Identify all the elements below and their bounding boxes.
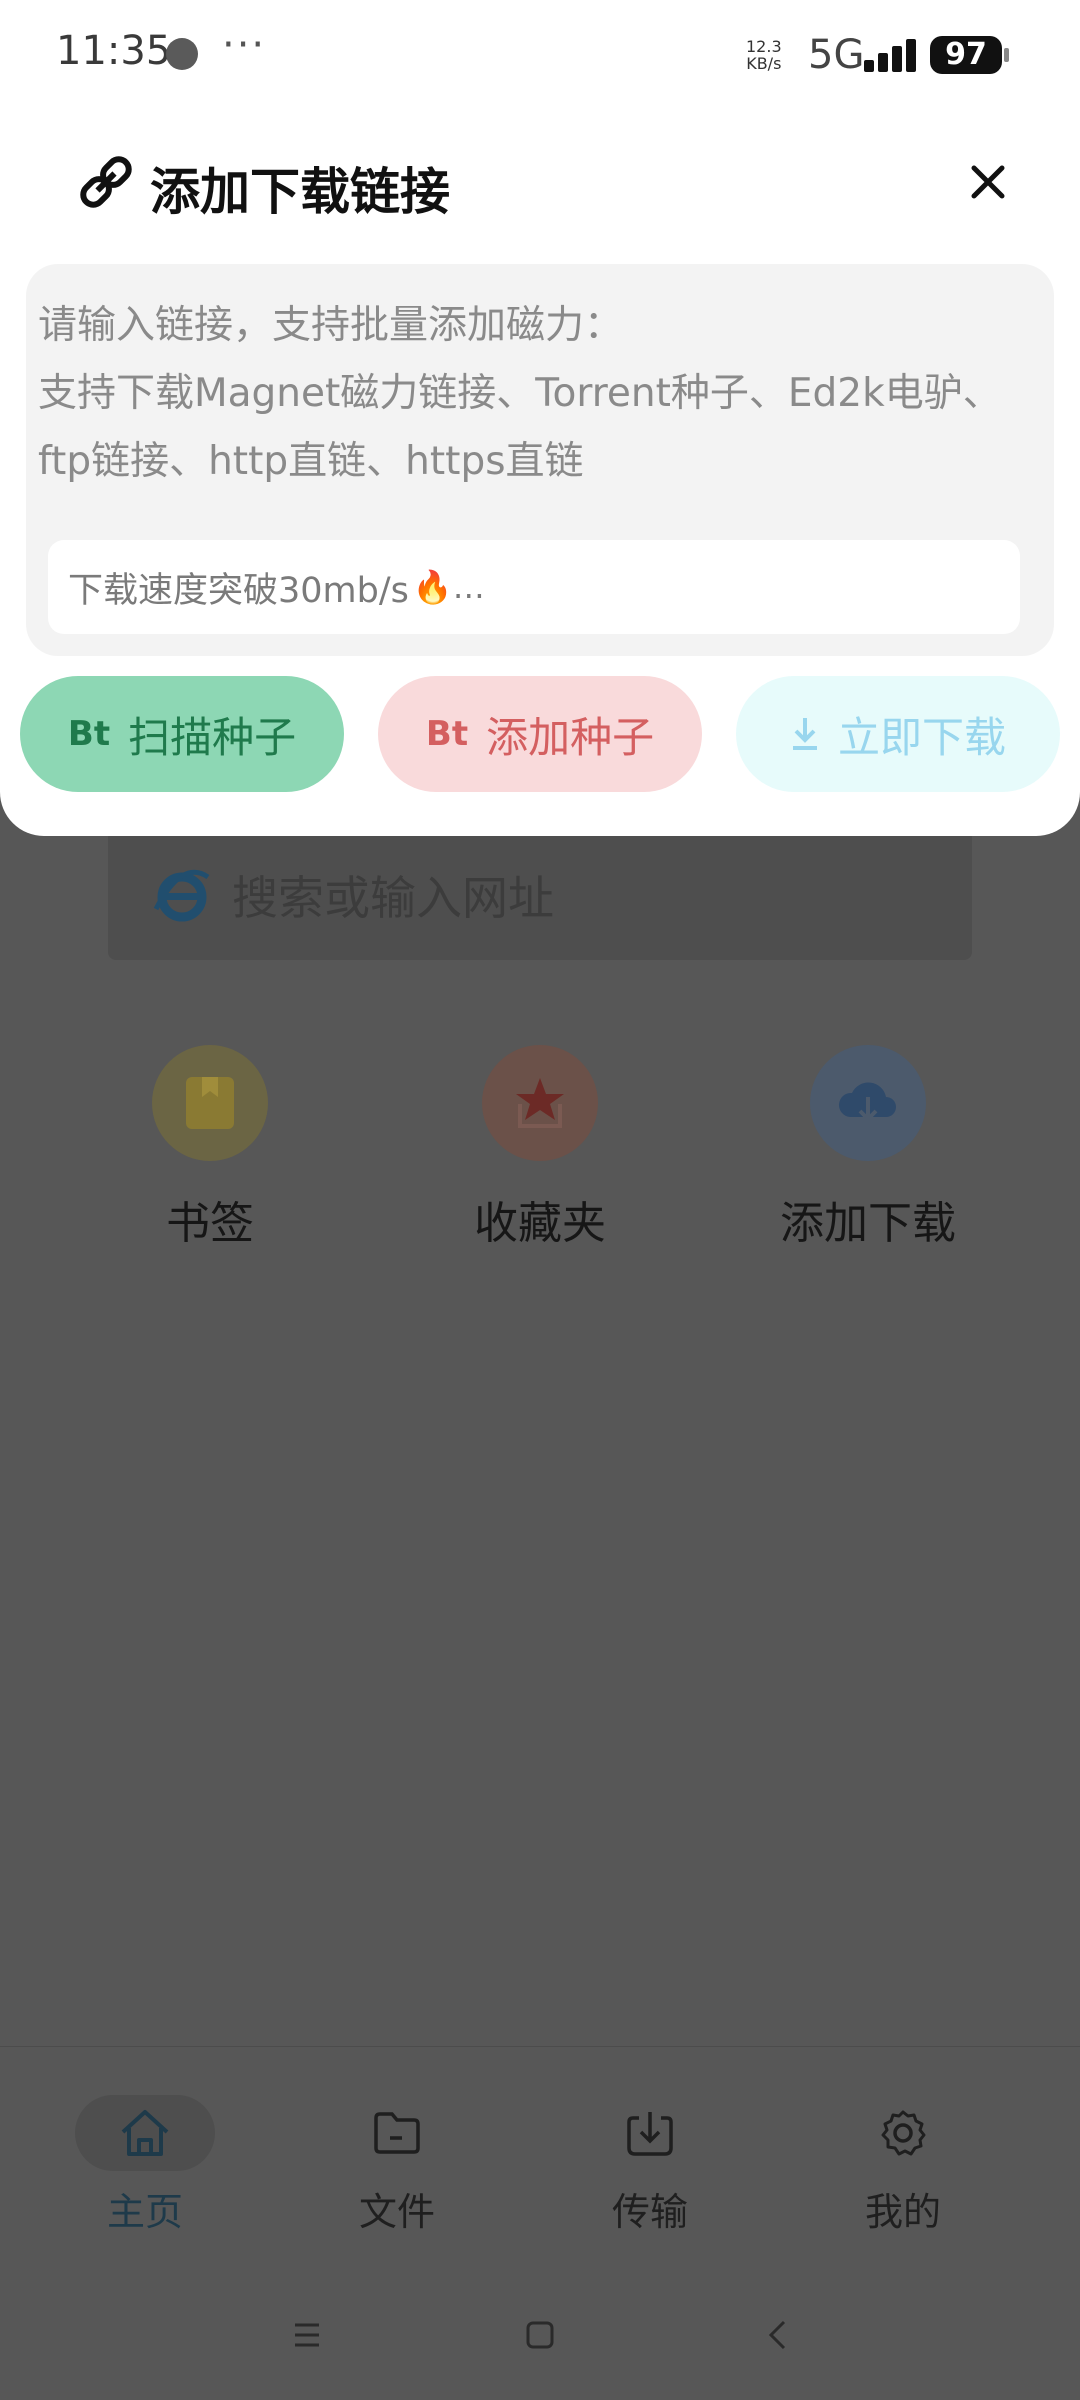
bottom-nav: 主页 文件 传输 我的 [0,2046,1080,2246]
bt-icon: Bt [67,714,111,754]
nav-label: 我的 [864,2190,941,2234]
home-icon [75,2095,215,2171]
add-torrent-button[interactable]: Bt 添加种子 [378,676,702,792]
bookmark-icon [152,1045,268,1161]
speed-promo-text: 下载速度突破30mb/s [68,570,409,611]
gear-icon [833,2095,973,2171]
download-icon [792,718,817,750]
nav-label: 传输 [611,2190,688,2234]
status-more: ··· [222,22,267,68]
quick-item-add-download[interactable]: 添加下载 [748,1045,988,1251]
battery-level: 97 [930,36,1002,74]
quick-item-bookmarks[interactable]: 书签 [90,1045,330,1251]
add-download-link-sheet: 11:35 ··· 12.3 KB/s 5G 97 添加下载链接 请输入链接，支… [0,0,1080,836]
search-bar[interactable]: 搜索或输入网址 [108,830,972,960]
scan-torrent-button[interactable]: Bt 扫描种子 [20,676,344,792]
nav-tab-files[interactable]: 文件 [307,2095,487,2236]
link-input-placeholder[interactable]: 请输入链接，支持批量添加磁力： 支持下载Magnet磁力链接、Torrent种子… [38,292,1038,496]
link-icon [80,156,132,208]
folder-icon [327,2095,467,2171]
browser-e-icon [153,869,210,922]
network-speed: 12.3 KB/s [746,38,782,72]
quick-item-label: 书签 [166,1198,254,1249]
nav-tab-home[interactable]: 主页 [55,2095,235,2236]
network-speed-unit: KB/s [746,54,782,73]
favorites-star-icon [482,1045,598,1161]
menu-icon[interactable] [282,2310,332,2360]
home-square-icon[interactable] [515,2310,565,2360]
close-button[interactable] [958,152,1018,212]
nav-tab-mine[interactable]: 我的 [813,2095,993,2236]
cloud-download-icon [810,1045,926,1161]
network-speed-value: 12.3 [746,37,782,56]
battery-tip-icon [1004,48,1009,62]
nav-label: 文件 [358,2190,435,2234]
quick-actions: 书签 收藏夹 添加下载 [0,1045,1080,1249]
signal-icon [864,39,916,72]
search-placeholder: 搜索或输入网址 [232,871,554,925]
network-type: 5G [808,32,865,78]
quick-item-favorites[interactable]: 收藏夹 [420,1045,660,1251]
scan-torrent-label: 扫描种子 [128,712,297,762]
notification-dot-icon [166,38,198,70]
status-time: 11:35 [56,28,172,74]
quick-item-label: 收藏夹 [474,1198,606,1249]
speed-promo-banner[interactable]: 下载速度突破30mb/s 🔥… [48,540,1020,634]
fire-icon: 🔥… [412,568,485,606]
link-input-box[interactable]: 请输入链接，支持批量添加磁力： 支持下载Magnet磁力链接、Torrent种子… [26,264,1054,656]
nav-label: 主页 [106,2190,183,2234]
status-bar: 11:35 ··· 12.3 KB/s 5G 97 [0,0,1080,110]
system-nav-bar [0,2290,1080,2380]
close-icon [971,165,1005,199]
nav-tab-transfer[interactable]: 传输 [560,2095,740,2236]
download-now-label: 立即下载 [837,712,1006,762]
action-buttons: Bt 扫描种子 Bt 添加种子 立即下载 [0,676,1080,794]
bt-icon: Bt [425,714,469,754]
sheet-header: 添加下载链接 [0,130,1080,240]
sheet-title: 添加下载链接 [150,163,450,221]
add-torrent-label: 添加种子 [486,712,655,762]
back-icon[interactable] [752,2310,802,2360]
quick-item-label: 添加下载 [780,1198,956,1249]
download-now-button[interactable]: 立即下载 [736,676,1060,792]
transfer-icon [580,2095,720,2171]
